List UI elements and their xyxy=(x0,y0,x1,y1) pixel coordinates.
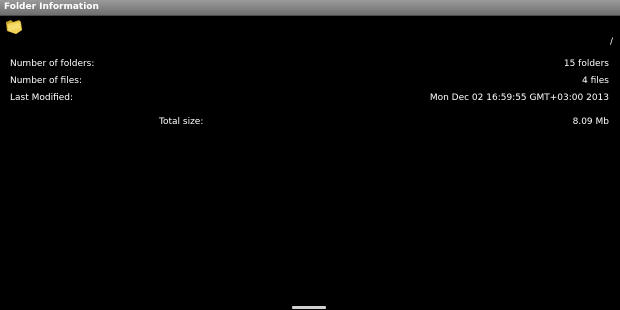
total-size-value: 8.09 Mb xyxy=(572,117,609,127)
detail-row-files: Number of files: 4 files xyxy=(10,75,609,87)
files-count-value: 4 files xyxy=(582,76,609,86)
folders-count-value: 15 folders xyxy=(563,59,609,69)
detail-row-folders: Number of folders: 15 folders xyxy=(10,58,609,70)
last-modified-label: Last Modified: xyxy=(10,93,74,103)
last-modified-value: Mon Dec 02 16:59:55 GMT+03:00 2013 xyxy=(429,93,609,103)
total-size-row: Total size: 8.09 Mb xyxy=(0,116,609,128)
folder-icon xyxy=(6,20,22,34)
dialog-titlebar: Folder Information xyxy=(0,0,620,16)
files-count-label: Number of files: xyxy=(10,76,82,86)
total-size-label: Total size: xyxy=(159,117,204,127)
folder-info-screen: Folder Information / Number of folders: … xyxy=(0,0,620,310)
folder-path: / xyxy=(609,37,613,47)
dialog-title: Folder Information xyxy=(4,2,99,12)
home-indicator[interactable] xyxy=(292,306,326,309)
folders-count-label: Number of folders: xyxy=(10,59,95,69)
detail-row-modified: Last Modified: Mon Dec 02 16:59:55 GMT+0… xyxy=(10,92,609,104)
